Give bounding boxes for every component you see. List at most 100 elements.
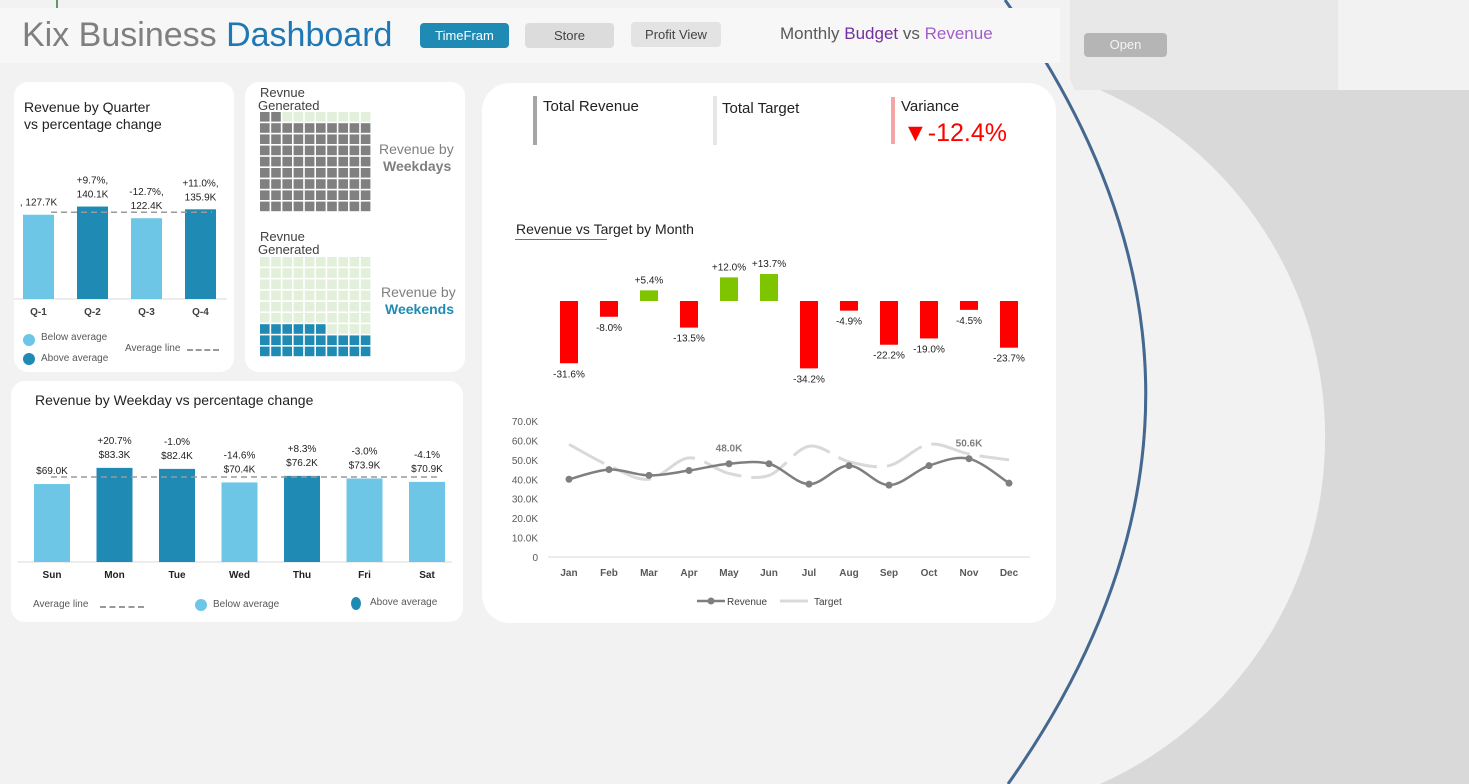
legend-revenue-label: Revenue (727, 597, 767, 608)
profit-view-button[interactable]: Profit View (631, 22, 721, 47)
line-x-tick-Mar: Mar (640, 568, 658, 579)
waffle-weekend-square (316, 313, 326, 323)
waffle-weekday-square (360, 168, 371, 178)
quarter-bar-Q-2 (77, 206, 108, 299)
waffle-weekend-square (338, 257, 348, 267)
waffle-weekday-square (304, 156, 315, 167)
waffle-weekday-square (304, 123, 315, 133)
waffle-weekday-square (327, 145, 337, 156)
line-x-tick-Jan: Jan (560, 568, 577, 579)
waffle-weekday-square (327, 134, 337, 144)
store-button[interactable]: Store (525, 23, 614, 48)
weekday-tick-Fri: Fri (358, 570, 371, 581)
waffle-weekday-square (282, 112, 292, 122)
quarter-bar-Q-1 (23, 214, 54, 299)
waffle-weekend-square (293, 301, 304, 312)
weekday-legend-above-dot (351, 597, 361, 610)
weekday-tick-Wed: Wed (229, 570, 250, 581)
weekday-panel: Revenue by Weekday vs percentage change … (11, 381, 463, 622)
weekday-bar-Fri (346, 478, 383, 562)
variance-label-Dec: -23.7% (993, 354, 1025, 365)
waffle-weekday-square (282, 190, 292, 200)
waffle-weekday-square (293, 156, 304, 167)
waffle-weekend-square (327, 346, 337, 357)
revenue-point-May (725, 460, 733, 468)
waffle-weekend-square (271, 268, 281, 278)
weekday-bar-Sat (409, 481, 445, 562)
waffle-weekday-square (271, 123, 281, 133)
waffle-weekend-square (316, 290, 326, 301)
variance-label-May: +12.0% (712, 262, 746, 273)
header-subtitle: Monthly Budget vs Revenue (780, 24, 993, 44)
waffle-weekday-square (327, 156, 337, 167)
waffle-weekend-square (327, 324, 337, 334)
line-y-tick-3: 30.0K (512, 495, 538, 506)
waffle-weekday-square (271, 145, 281, 156)
line-y-tick-5: 50.0K (512, 456, 538, 467)
waffle-weekday-square (316, 112, 326, 122)
waffle-weekday-square (293, 168, 304, 178)
weekday-legend-below-dot (195, 599, 207, 611)
weekday-label-val-Thu: $76.2K (286, 458, 318, 469)
waffle-weekend-square (327, 279, 337, 289)
waffle-weekday-square (316, 190, 326, 200)
open-button[interactable]: Open (1084, 33, 1167, 57)
revenue-line (568, 456, 1010, 487)
variance-bar-Jun (760, 274, 778, 301)
variance-label-Jul: -34.2% (793, 374, 825, 385)
revenue-point-Jan (565, 475, 573, 483)
waffle-weekday-square (360, 179, 371, 189)
revenue-point-Apr (685, 467, 693, 475)
waffle-weekend-square (282, 313, 292, 323)
waffle-weekend-square (338, 324, 348, 334)
waffle-weekend-square (316, 324, 326, 334)
waffle-weekday-square (327, 168, 337, 178)
line-x-tick-Aug: Aug (839, 568, 858, 579)
waffle-weekday-square (293, 112, 304, 122)
weekday-label-pct-Sat: -4.1% (414, 450, 440, 461)
legend-below-dot (23, 334, 35, 346)
waffle-weekday-square (338, 201, 348, 212)
waffle-weekend-square (316, 279, 326, 289)
weekday-tick-Mon: Mon (104, 570, 125, 581)
waffle-weekday-square (271, 168, 281, 178)
weekday-legend-avg-dash (100, 606, 144, 608)
waffle-weekend-square (304, 324, 315, 334)
revenue-annotation-May: 48.0K (716, 444, 743, 455)
quarter-panel: Revenue by Quarter vs percentage change … (14, 82, 234, 372)
line-x-tick-Feb: Feb (600, 568, 618, 579)
waffle-weekend-square (260, 313, 270, 323)
waffle-weekend-square (360, 313, 371, 323)
waffle-weekday-square (260, 123, 270, 133)
waffle-weekend-square (260, 324, 270, 334)
waffle-weekend-square (271, 335, 281, 345)
quarter-legend-avg-dash (187, 349, 219, 351)
quarter-label-pct-Q-2: +9.7%, (77, 176, 108, 187)
subtitle-word-4: Revenue (924, 24, 993, 43)
revenue-point-Sep (885, 481, 893, 489)
timeframe-button[interactable]: TimeFram (420, 23, 509, 48)
monthly-panel: Total Revenue Total Target Variance ▼-12… (482, 83, 1056, 623)
quarter-label-val-Q-3: 122.4K (131, 201, 163, 212)
waffle-weekday-square (282, 123, 292, 133)
waffle-weekday-square (304, 112, 315, 122)
waffle-weekday-square (349, 112, 360, 122)
waffle-weekday-square (360, 112, 371, 122)
waffle-weekend-square (360, 290, 371, 301)
quarter-tick-Q-1: Q-1 (30, 307, 47, 318)
waffle-weekday-square (304, 179, 315, 189)
variance-bar-Dec (1000, 301, 1018, 348)
weekday-label-val-Mon: $83.3K (99, 450, 131, 461)
waffle-weekend-square (349, 268, 360, 278)
weekday-label-val-Wed: $70.4K (224, 464, 256, 475)
waffle-weekend-square (349, 301, 360, 312)
waffle-weekend-square (271, 290, 281, 301)
waffle-weekend-square (293, 257, 304, 267)
waffle-weekday-square (327, 123, 337, 133)
variance-label-Oct: -19.0% (913, 344, 945, 355)
weekday-legend-above: Above average (370, 597, 438, 608)
variance-label-Jan: -31.6% (553, 369, 585, 380)
waffle-weekend-square (327, 268, 337, 278)
waffle-weekday-square (349, 145, 360, 156)
waffle-weekend-square (316, 268, 326, 278)
